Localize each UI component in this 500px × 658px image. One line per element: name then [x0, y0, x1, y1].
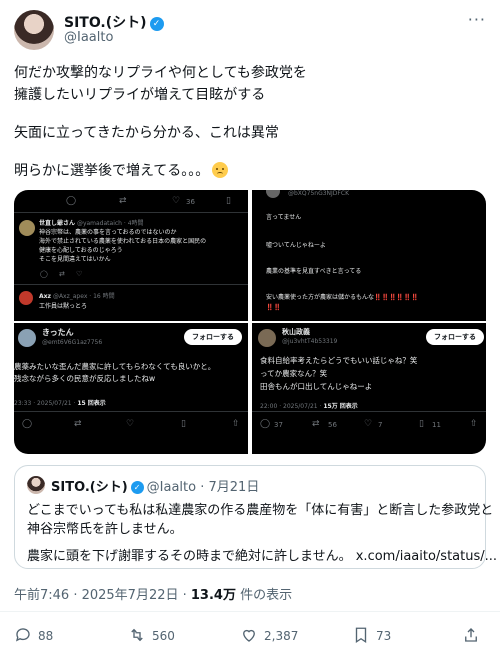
share-icon [465, 628, 477, 642]
reply-timestamp: 23:33 · 2025/07/21 · 15 回表示 [14, 400, 106, 407]
tweet-text-line-3: 矢面に立ってきたから分かる、これは異常 [14, 125, 279, 141]
repost-button[interactable]: 560 [128, 626, 175, 644]
reply-icon: ◯ [66, 196, 77, 206]
disappointed-face-icon [212, 162, 229, 178]
tweet-meta: 午前7:46 · 2025年7月22日 · 13.4万 件の表示 [14, 588, 293, 603]
like-icon: ♡ [172, 196, 181, 206]
divider [0, 611, 500, 612]
tweet-timestamp[interactable]: 午前7:46 · 2025年7月22日 · [14, 588, 191, 603]
quoted-text-line-2: 神谷宗幣氏を許しません。 [27, 522, 183, 537]
tweet-text-line-4: 明らかに選挙後で増えてる。。。 [14, 160, 229, 180]
verified-badge-icon: ✓ [130, 481, 144, 494]
follow-button[interactable]: フォローする [184, 329, 242, 345]
media-image-4[interactable]: 秋山政義 @ju3vhtT4b53319 フォローする 食料自給率考えたらどうで… [252, 323, 486, 454]
author-avatar[interactable] [14, 10, 54, 50]
quoted-text-line-1: どこまでいっても私は私達農家の作る農産物を「体に有害」と断言した参政党と [27, 503, 494, 518]
quoted-author: SITO.(シト) ✓ @Iaalto · 7月21日 [51, 480, 260, 495]
reply-avatar [19, 220, 35, 236]
share-button[interactable] [462, 626, 486, 644]
reply1-name: 世直し爺さん @yamadataich · 4時間 [39, 220, 144, 227]
tweet-text-line-2: 擁護したいリプライが増えて目眩がする [14, 87, 266, 103]
media-image-2[interactable]: @bXQ75nG3NJDFCK 言ってません 嘘ついてんじゃねーよ 農業の基準を… [252, 190, 486, 321]
like-button[interactable]: 2,387 [240, 626, 298, 644]
reply-avatar [18, 329, 36, 347]
reply-avatar [258, 329, 276, 347]
repost-icon: ⇄ [119, 196, 127, 206]
bookmark-icon [355, 627, 367, 644]
media-image-3[interactable]: きったん @emt6V6G1az7756 フォローする 農薬みたいな歪んだ農家に… [14, 323, 248, 454]
author-handle[interactable]: @Iaalto [64, 30, 113, 45]
media-image-1[interactable]: ◯ ⇄ ♡ 36 ▯ 世直し爺さん @yamadataich · 4時間 神谷宗… [14, 190, 248, 321]
reply-button[interactable]: 88 [14, 626, 53, 644]
bookmark-button[interactable]: 73 [352, 626, 391, 644]
reply-timestamp: 22:00 · 2025/07/21 · 15万 回表示 [260, 403, 358, 410]
verified-badge-icon: ✓ [149, 17, 164, 31]
reply-avatar [19, 291, 33, 305]
heart-icon [243, 629, 255, 642]
quoted-tweet[interactable]: SITO.(シト) ✓ @Iaalto · 7月21日 どこまでいっても私は私達農家… [14, 465, 497, 569]
repost-icon [131, 628, 143, 642]
count-label: 36 [186, 198, 195, 206]
bookmark-icon: ▯ [226, 196, 231, 206]
tweet-text-line-1: 何だか攻撃的なリプライや何としても参政党を [14, 65, 307, 81]
reply2-name: Axz @Axz_apex · 16 時間 [39, 293, 115, 300]
more-options-icon[interactable]: ··· [468, 10, 486, 29]
quoted-text-line-3: 農家に頭を下げ謝罪するその時まで絶対に許しません。 x.com/iaaito/s… [27, 549, 498, 564]
reply-icon [15, 628, 30, 642]
author-name[interactable]: SITO.(シト) ✓ [64, 12, 164, 32]
quoted-author-avatar [27, 476, 45, 494]
view-count: 13.4万 [190, 588, 236, 603]
follow-button[interactable]: フォローする [426, 329, 484, 345]
media-grid[interactable]: ◯ ⇄ ♡ 36 ▯ 世直し爺さん @yamadataich · 4時間 神谷宗… [14, 190, 486, 454]
